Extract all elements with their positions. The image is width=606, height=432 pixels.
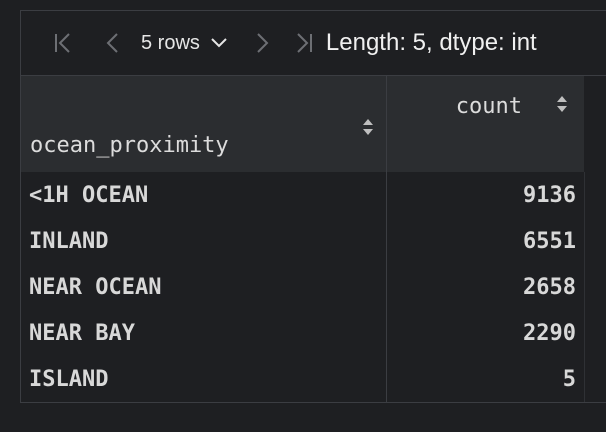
last-page-icon[interactable] [292, 23, 316, 63]
table-body: <1H OCEAN 9136 INLAND 6551 NEAR OCEAN 26… [21, 172, 606, 402]
first-page-icon[interactable] [51, 23, 75, 63]
body-spacer [584, 172, 606, 402]
cell-count: 2658 [523, 274, 576, 300]
cell-count: 9136 [523, 182, 576, 208]
pagination-toolbar: 5 rows Length: 5, dtype: int [21, 11, 606, 75]
cell-ocean-proximity: NEAR BAY [21, 310, 387, 356]
rows-select-label: 5 rows [141, 31, 200, 54]
sort-icon[interactable] [556, 95, 568, 117]
table-row: <1H OCEAN 9136 [21, 172, 606, 218]
header-spacer [584, 76, 606, 172]
column-header-count[interactable]: count [387, 76, 584, 172]
cell-ocean-proximity: <1H OCEAN [21, 172, 387, 218]
dataframe-viewer: 5 rows Length: 5, dtype: int ocean_proxi… [20, 10, 606, 403]
chevron-down-icon [211, 38, 227, 48]
table-row: ISLAND 5 [21, 356, 606, 402]
cell-ocean-proximity: NEAR OCEAN [21, 264, 387, 310]
column-header-label: ocean_proximity [30, 133, 229, 158]
cell-count: 6551 [523, 228, 576, 254]
cell-count: 5 [562, 366, 576, 392]
column-header-label: count [455, 94, 522, 119]
table-header: ocean_proximity count [21, 75, 606, 172]
prev-page-icon[interactable] [101, 23, 123, 63]
next-page-icon[interactable] [252, 23, 274, 63]
length-dtype-info: Length: 5, dtype: int [325, 29, 537, 56]
table-row: NEAR OCEAN 2658 [21, 264, 606, 310]
column-header-ocean-proximity[interactable]: ocean_proximity [21, 76, 387, 172]
cell-count: 2290 [523, 320, 576, 346]
table-row: INLAND 6551 [21, 218, 606, 264]
cell-ocean-proximity: INLAND [21, 218, 387, 264]
sort-icon[interactable] [362, 118, 374, 140]
rows-per-page-select[interactable]: 5 rows [141, 32, 228, 55]
table-row: NEAR BAY 2290 [21, 310, 606, 356]
cell-ocean-proximity: ISLAND [21, 356, 387, 402]
